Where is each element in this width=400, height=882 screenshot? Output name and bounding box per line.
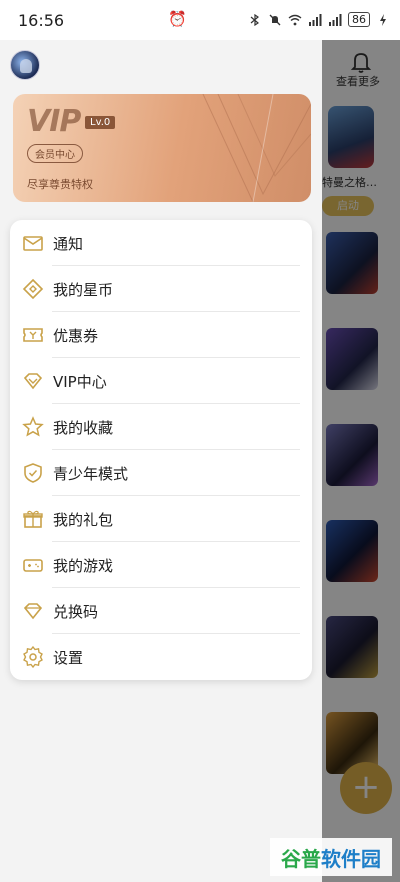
bluetooth-icon [248,13,262,26]
watermark-part1: 谷普 [281,846,321,871]
menu-item-label: 青少年模式 [53,465,129,483]
battery-indicator: 86 [348,12,370,27]
menu-item-label: 我的游戏 [53,557,114,575]
side-drawer: VIP Lv.0 会员中心 尽享尊贵特权 通知 我的星币 优惠券 VIP中心 我… [0,40,322,882]
menu-item-redeem-code[interactable]: 兑换码 [10,588,312,634]
menu-item-label: 设置 [53,649,84,667]
member-center-button[interactable]: 会员中心 [27,144,83,163]
status-time: 16:56 [18,11,65,30]
charging-icon [376,13,390,26]
menu-item-teen-mode[interactable]: 青少年模式 [10,450,312,496]
menu-item-vip-center[interactable]: VIP中心 [10,358,312,404]
menu-item-my-games[interactable]: 我的游戏 [10,542,312,588]
vip-description: 尽享尊贵特权 [27,178,93,191]
watermark-part2: 软件园 [321,846,381,871]
menu-item-label: 我的礼包 [53,511,114,529]
menu-item-star-coins[interactable]: 我的星币 [10,266,312,312]
vip-logo: VIP [27,104,81,139]
menu-item-label: 通知 [53,235,84,253]
menu-item-label: 优惠券 [53,327,99,345]
gear-icon [23,646,43,668]
menu-item-label: 我的星币 [53,281,114,299]
coupon-icon [23,328,43,342]
shield-icon [24,463,42,483]
gamepad-icon [23,559,43,572]
mail-icon [23,236,43,251]
wifi-icon [288,14,302,26]
diamond-icon [23,373,43,390]
menu-item-label: 兑换码 [53,603,99,621]
status-bar: 16:56 ⏰ 86 [0,0,400,40]
menu-item-label: 我的收藏 [53,419,114,437]
menu-item-coupons[interactable]: 优惠券 [10,312,312,358]
signal-icon-1 [308,13,322,26]
vip-level-badge: Lv.0 [85,116,116,129]
drawer-scrim[interactable] [322,40,400,882]
alarm-icon: ⏰ [168,10,187,28]
watermark-logo: 谷普 软件园 [270,838,392,876]
star-icon [22,416,44,437]
menu-item-settings[interactable]: 设置 [10,634,312,680]
coin-icon [22,278,44,300]
gift-icon [23,510,43,528]
menu-item-notifications[interactable]: 通知 [10,220,312,266]
signal-icon-2 [328,13,342,26]
mute-icon [268,14,282,26]
vip-card[interactable]: VIP Lv.0 会员中心 尽享尊贵特权 [13,94,311,202]
redeem-diamond-icon [23,603,43,620]
menu-item-label: VIP中心 [53,373,107,391]
menu-item-gift-packs[interactable]: 我的礼包 [10,496,312,542]
status-icons: 86 [248,12,390,27]
avatar[interactable] [10,50,40,80]
drawer-menu: 通知 我的星币 优惠券 VIP中心 我的收藏 青少年模式 我的礼包 我的游戏 兑… [10,220,312,680]
menu-item-favorites[interactable]: 我的收藏 [10,404,312,450]
